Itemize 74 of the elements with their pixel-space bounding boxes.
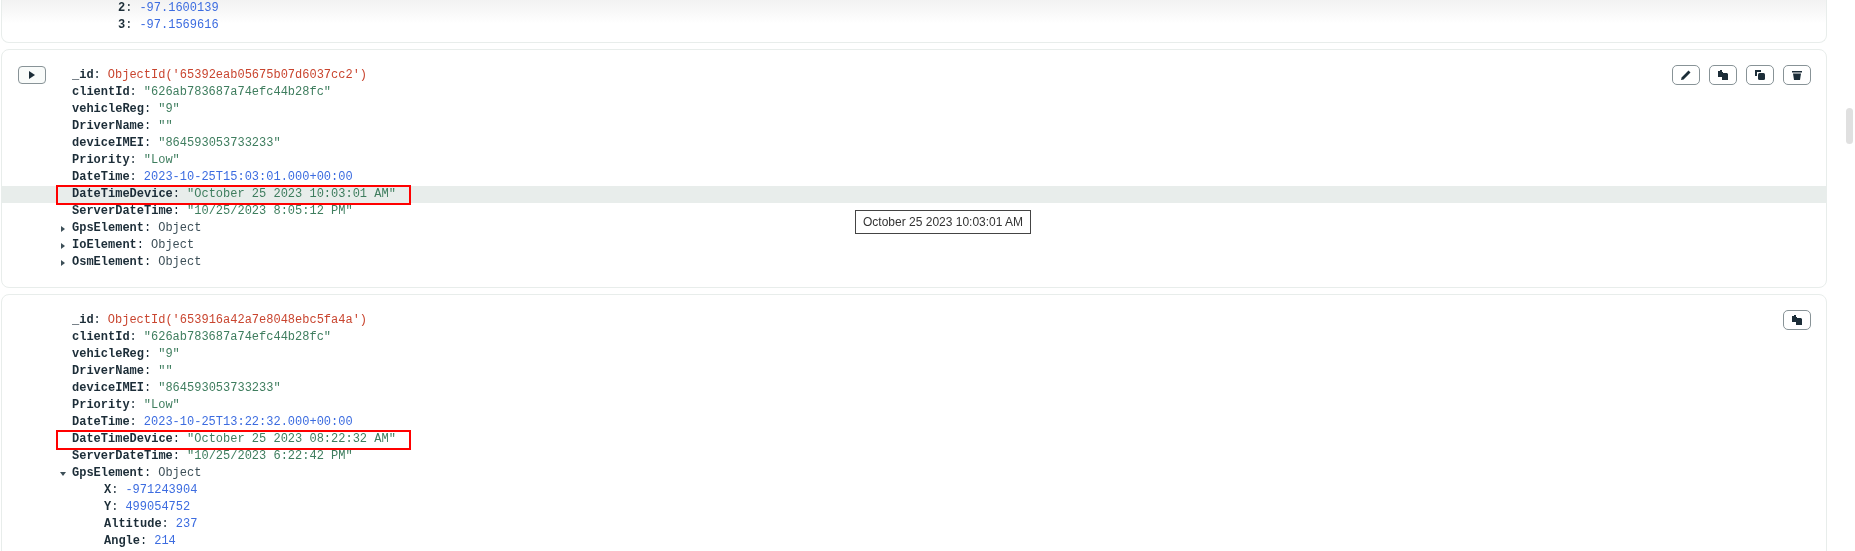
field-key: Priority:	[72, 397, 137, 414]
field-value: "626ab783687a74efc44b28fc"	[143, 84, 332, 101]
field-value: ObjectId('653916a42a7e8048ebc5fa4a')	[107, 312, 368, 329]
field-key: DateTime:	[72, 414, 137, 431]
field-key: ServerDateTime:	[72, 448, 181, 465]
field-value: Object	[158, 254, 202, 271]
field-value: "9"	[158, 101, 180, 118]
copy-icon	[1717, 69, 1729, 81]
copy-button[interactable]	[1709, 65, 1737, 85]
field-value: "October 25 2023 10:03:01 AM"	[187, 186, 396, 203]
field-key: DateTimeDevice:	[72, 431, 181, 448]
field-key: clientId:	[72, 84, 137, 101]
field-value: ""	[158, 363, 173, 380]
field-key: ServerDateTime:	[72, 203, 181, 220]
field-key: vehicleReg:	[72, 346, 152, 363]
caret-right-icon[interactable]	[59, 258, 67, 267]
field-key: 2:	[118, 0, 133, 17]
field-key: DriverName:	[72, 363, 152, 380]
field-key: _id:	[72, 67, 101, 84]
field-key: DriverName:	[72, 118, 152, 135]
field-value: -97.1569616	[139, 17, 219, 34]
field-key: vehicleReg:	[72, 101, 152, 118]
field-value: "10/25/2023 6:22:42 PM"	[187, 448, 353, 465]
field-value: Object	[158, 465, 202, 482]
field-value: Object	[158, 220, 202, 237]
field-value: "9"	[158, 346, 180, 363]
copy-button[interactable]	[1783, 310, 1811, 330]
field-key: Altitude:	[104, 516, 169, 533]
copy-icon	[1791, 314, 1803, 326]
field-value: 2023-10-25T13:22:32.000+00:00	[143, 414, 353, 431]
field-key: Priority:	[72, 152, 137, 169]
edit-button[interactable]	[1672, 65, 1700, 85]
field-value: ""	[158, 118, 173, 135]
pencil-icon	[1680, 69, 1692, 81]
caret-down-icon[interactable]	[59, 469, 67, 478]
field-value: -971243904	[125, 482, 198, 499]
field-key: deviceIMEI:	[72, 135, 152, 152]
field-value: 499054752	[125, 499, 191, 516]
field-key: DateTimeDevice:	[72, 186, 181, 203]
field-value: "626ab783687a74efc44b28fc"	[143, 329, 332, 346]
field-value: "October 25 2023 08:22:32 AM"	[187, 431, 396, 448]
field-key: IoElement:	[72, 237, 144, 254]
tooltip: October 25 2023 10:03:01 AM	[855, 210, 1032, 234]
field-key: Y:	[104, 499, 119, 516]
clone-button[interactable]	[1746, 65, 1774, 85]
field-key: Angle:	[104, 533, 148, 550]
field-value: 237	[175, 516, 198, 533]
expand-button[interactable]	[18, 66, 46, 84]
field-value: 2023-10-25T15:03:01.000+00:00	[143, 169, 353, 186]
field-key: GpsElement:	[72, 220, 152, 237]
field-value: "Low"	[143, 397, 180, 414]
field-key: deviceIMEI:	[72, 380, 152, 397]
field-key: OsmElement:	[72, 254, 152, 271]
field-value: ObjectId('65392eab05675b07d6037cc2')	[107, 67, 368, 84]
trash-icon	[1791, 69, 1803, 81]
field-key: DateTime:	[72, 169, 137, 186]
field-value: Object	[151, 237, 195, 254]
clone-icon	[1754, 69, 1766, 81]
field-value: "864593053733233"	[158, 380, 281, 397]
field-value: "864593053733233"	[158, 135, 281, 152]
field-value: "10/25/2023 8:05:12 PM"	[187, 203, 353, 220]
caret-right-icon[interactable]	[59, 224, 67, 233]
field-value: 214	[154, 533, 176, 550]
delete-button[interactable]	[1783, 65, 1811, 85]
field-key: clientId:	[72, 329, 137, 346]
caret-right-icon[interactable]	[59, 241, 67, 250]
scrollbar-thumb[interactable]	[1846, 108, 1853, 144]
field-value: "Low"	[143, 152, 180, 169]
caret-right-icon	[29, 71, 35, 79]
field-key: 3:	[118, 17, 133, 34]
field-key: X:	[104, 482, 119, 499]
field-key: _id:	[72, 312, 101, 329]
field-value: -97.1600139	[139, 0, 219, 17]
field-key: GpsElement:	[72, 465, 152, 482]
